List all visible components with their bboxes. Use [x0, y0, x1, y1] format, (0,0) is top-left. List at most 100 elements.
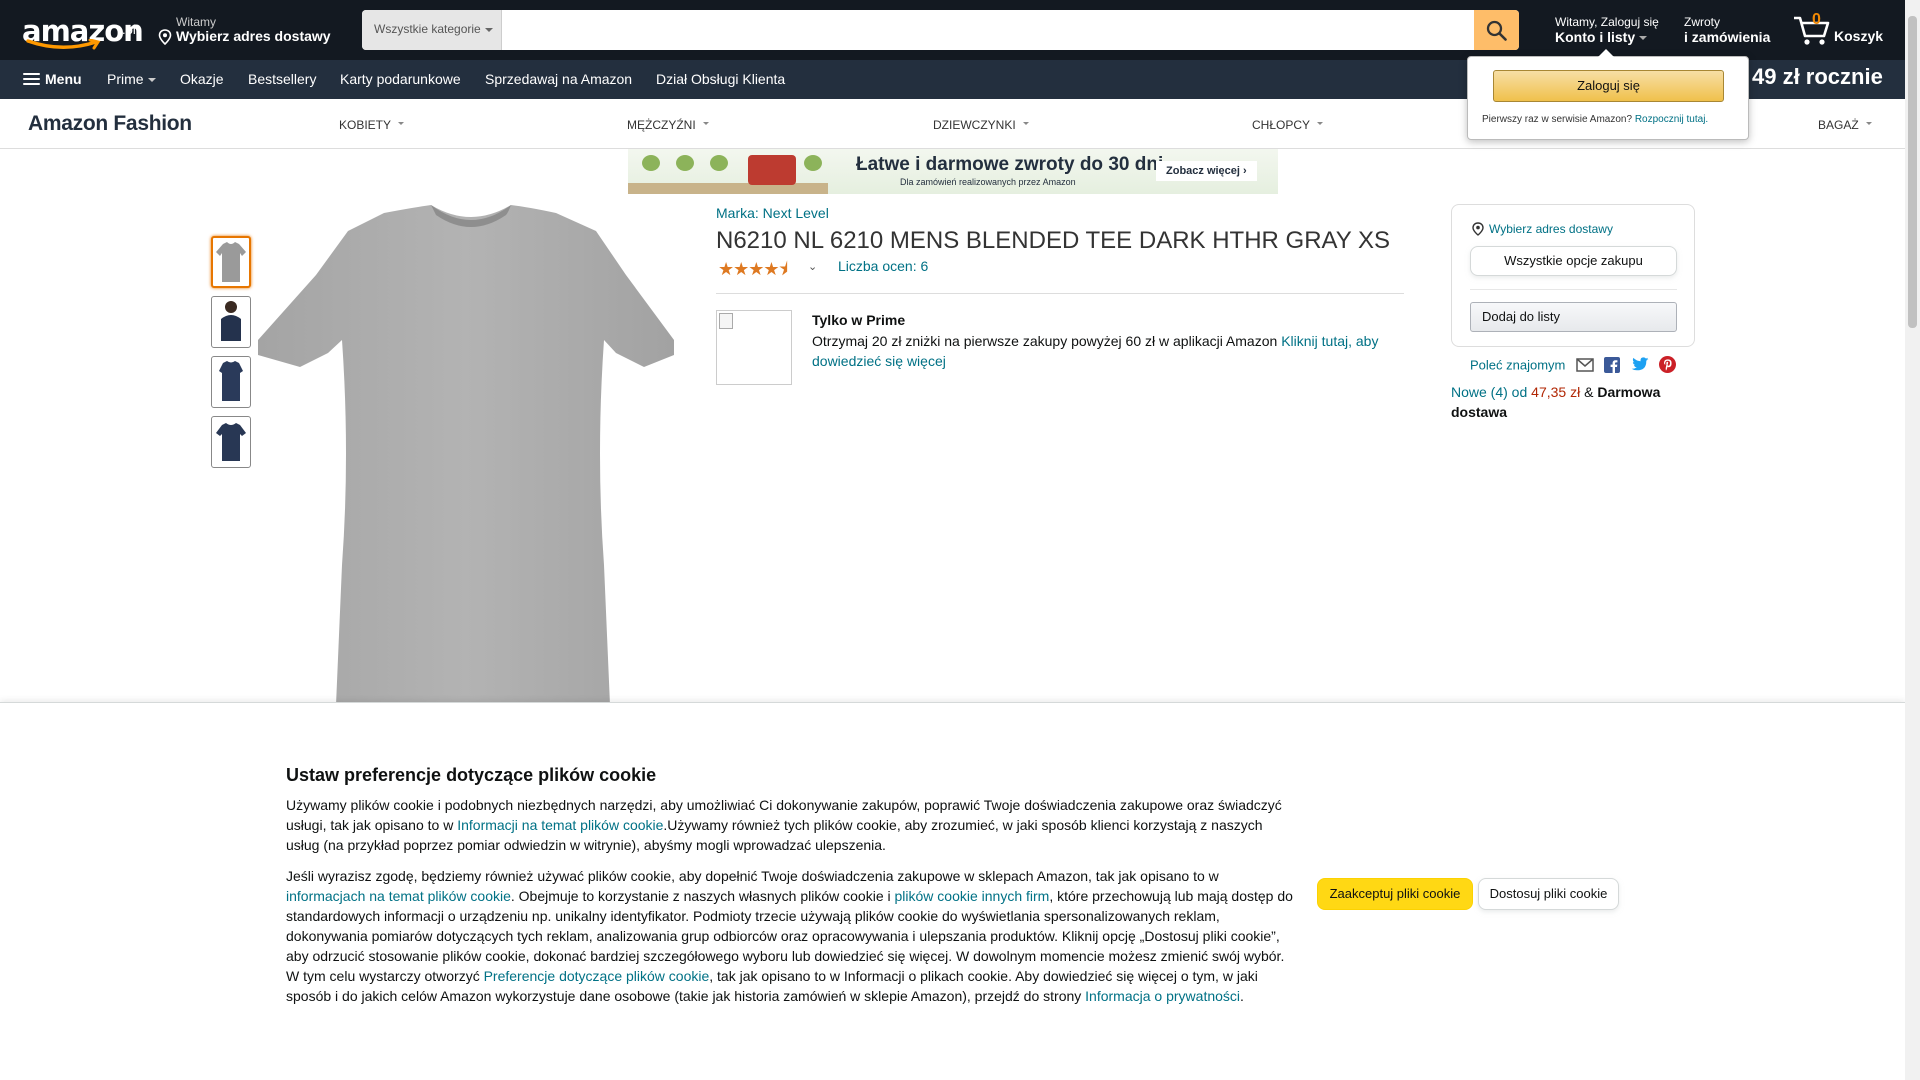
nav-prime-label: Prime [107, 71, 144, 87]
prime-promo-title: Tylko w Prime [812, 312, 906, 328]
banner-ground [628, 183, 828, 194]
account-lists[interactable]: Witamy, Zaloguj się Konto i listy [1555, 15, 1675, 45]
chevron-down-icon [398, 122, 405, 126]
cookie-title: Ustaw preferencje dotyczące plików cooki… [286, 765, 657, 785]
prime-promo-text: Otrzymaj 20 zł zniżki na pierwsze zakupy… [812, 331, 1392, 371]
fashion-cat-girls[interactable]: DZIEWCZYNKI [933, 118, 1029, 132]
prime-promo-image [716, 310, 792, 385]
email-icon[interactable] [1576, 358, 1594, 372]
search-icon [1486, 20, 1507, 41]
tshirt-navy-image [216, 423, 246, 461]
fashion-cat-label: DZIEWCZYNKI [933, 118, 1016, 132]
twitter-icon[interactable] [1631, 357, 1649, 372]
thumbnail-4[interactable] [211, 416, 251, 468]
divider [716, 293, 1404, 294]
location-pin-icon [158, 29, 172, 45]
search-button[interactable] [1474, 10, 1519, 50]
fashion-cat-label: MĘŻCZYŹNI [627, 118, 696, 132]
prime-promo[interactable]: 49 zł rocznie [1752, 64, 1883, 90]
cookie-info-link[interactable]: Informacji na temat plików cookie [457, 817, 663, 833]
menu-label: Menu [45, 71, 82, 87]
fashion-cat-label: BAGAŻ [1818, 118, 1859, 132]
tree-icon [710, 155, 728, 171]
returns-orders[interactable]: Zwroty i zamówienia [1684, 15, 1784, 45]
fashion-brand[interactable]: Amazon Fashion [28, 112, 192, 136]
chevron-down-icon [702, 122, 709, 126]
search-input[interactable] [503, 10, 1471, 50]
fashion-cat-men[interactable]: MĘŻCZYŹNI [627, 118, 709, 132]
cart-count: 0 [1812, 11, 1821, 28]
customize-cookies-button[interactable]: Dostosuj pliki cookie [1478, 878, 1619, 910]
broken-image-icon [719, 313, 733, 329]
nav-bestsellers[interactable]: Bestsellery [248, 71, 316, 87]
new-offers-link[interactable]: Nowe (4) od [1451, 384, 1531, 400]
start-here-link[interactable]: Rozpocznij tutaj. [1635, 114, 1708, 125]
banner-cta[interactable]: Zobacz więcej › [1156, 161, 1257, 181]
share-row: Poleć znajomym [1470, 356, 1677, 374]
menu-button[interactable]: Menu [23, 71, 82, 87]
buybox-deliver-link: Wybierz adres dostawy [1489, 222, 1613, 236]
new-offers-amp: & [1580, 384, 1598, 400]
chevron-down-icon [1317, 122, 1324, 126]
fashion-cat-boys[interactable]: CHŁOPCY [1252, 118, 1324, 132]
top-nav: amazon .pl Witamy Wybierz adres dostawy … [0, 0, 1905, 60]
buybox-deliver[interactable]: Wybierz adres dostawy [1471, 222, 1613, 237]
thumbnail-1[interactable] [211, 236, 251, 288]
nav-prime[interactable]: Prime [107, 71, 156, 87]
banner-subline: Dla zamówień realizowanych przez Amazon [900, 177, 1076, 187]
cookie-text: . [1240, 988, 1244, 1004]
chevron-down-icon [1022, 122, 1029, 126]
returns-label: Zwroty [1684, 15, 1720, 29]
tshirt-navy-back-image [219, 361, 243, 401]
thumbnail-3[interactable] [211, 356, 251, 408]
share-label[interactable]: Poleć znajomym [1470, 357, 1565, 372]
returns-banner[interactable]: Łatwe i darmowe zwroty do 30 dni Dla zam… [628, 149, 1278, 194]
rating-count-link[interactable]: Liczba ocen: 6 [838, 258, 928, 274]
flyout-arrow [1598, 49, 1614, 57]
third-party-cookies-link[interactable]: plików cookie innych firm [895, 888, 1050, 904]
search-category-select[interactable]: Wszystkie kategorie [362, 10, 502, 50]
product-main-image[interactable] [256, 205, 686, 705]
nav-sell[interactable]: Sprzedawaj na Amazon [485, 71, 632, 87]
new-offers-price[interactable]: 47,35 zł [1531, 384, 1580, 400]
nav-customer-service[interactable]: Dział Obsługi Klienta [656, 71, 785, 87]
brand-link[interactable]: Marka: Next Level [716, 205, 829, 221]
banner-headline: Łatwe i darmowe zwroty do 30 dni [856, 154, 1164, 175]
amazon-logo[interactable]: amazon .pl [20, 14, 144, 50]
signin-button[interactable]: Zaloguj się [1493, 70, 1724, 102]
cookie-paragraph-2: Jeśli wyrazisz zgodę, będziemy również u… [286, 866, 1296, 1006]
nav-gift-cards[interactable]: Karty podarunkowe [340, 71, 461, 87]
search-category-label: Wszystkie kategorie [374, 22, 481, 36]
scrollbar-thumb[interactable] [1908, 16, 1917, 328]
page-scrollbar[interactable] [1905, 0, 1920, 1080]
new-offers: Nowe (4) od 47,35 zł & Darmowa dostawa [1451, 382, 1691, 422]
fashion-cat-label: KOBIETY [339, 118, 392, 132]
account-label: Konto i listy [1555, 29, 1636, 45]
model-photo-image [221, 301, 241, 341]
chevron-down-icon [1639, 36, 1648, 41]
chevron-down-icon [485, 28, 493, 32]
fashion-cat-luggage[interactable]: BAGAŻ [1818, 118, 1872, 132]
smile-arrow-icon [26, 39, 101, 50]
fashion-cat-women[interactable]: KOBIETY [339, 118, 405, 132]
cookie-text: . Obejmuje to korzystanie z naszych włas… [510, 888, 895, 904]
new-customer-row: Pierwszy raz w serwisie Amazon? Rozpoczn… [1482, 114, 1708, 125]
cart-label: Koszyk [1834, 28, 1884, 44]
fashion-cat-label: CHŁOPCY [1252, 118, 1311, 132]
facebook-icon[interactable] [1604, 356, 1621, 373]
add-to-list-button[interactable]: Dodaj do listy [1470, 302, 1677, 332]
thumbnail-2[interactable] [211, 296, 251, 348]
deliver-greeting: Witamy [176, 15, 216, 29]
deliver-to[interactable]: Witamy Wybierz adres dostawy [156, 15, 336, 47]
accept-cookies-button[interactable]: Zaakceptuj pliki cookie [1317, 878, 1473, 910]
pinterest-icon[interactable] [1659, 356, 1677, 374]
cookie-preferences-link[interactable]: Preferencje dotyczące plików cookie [484, 968, 710, 984]
tshirt-gray-image [216, 242, 246, 282]
chevron-down-icon [1865, 122, 1872, 126]
cookie-consent-panel: Ustaw preferencje dotyczące plików cooki… [0, 702, 1905, 1080]
cookie-info-link[interactable]: informacjach na temat plików cookie [286, 888, 511, 904]
nav-deals[interactable]: Okazje [180, 71, 224, 87]
all-buying-options-button[interactable]: Wszystkie opcje zakupu [1470, 246, 1677, 276]
cart[interactable]: 0 Koszyk [1792, 10, 1892, 50]
privacy-notice-link[interactable]: Informacja o prywatności [1085, 988, 1240, 1004]
